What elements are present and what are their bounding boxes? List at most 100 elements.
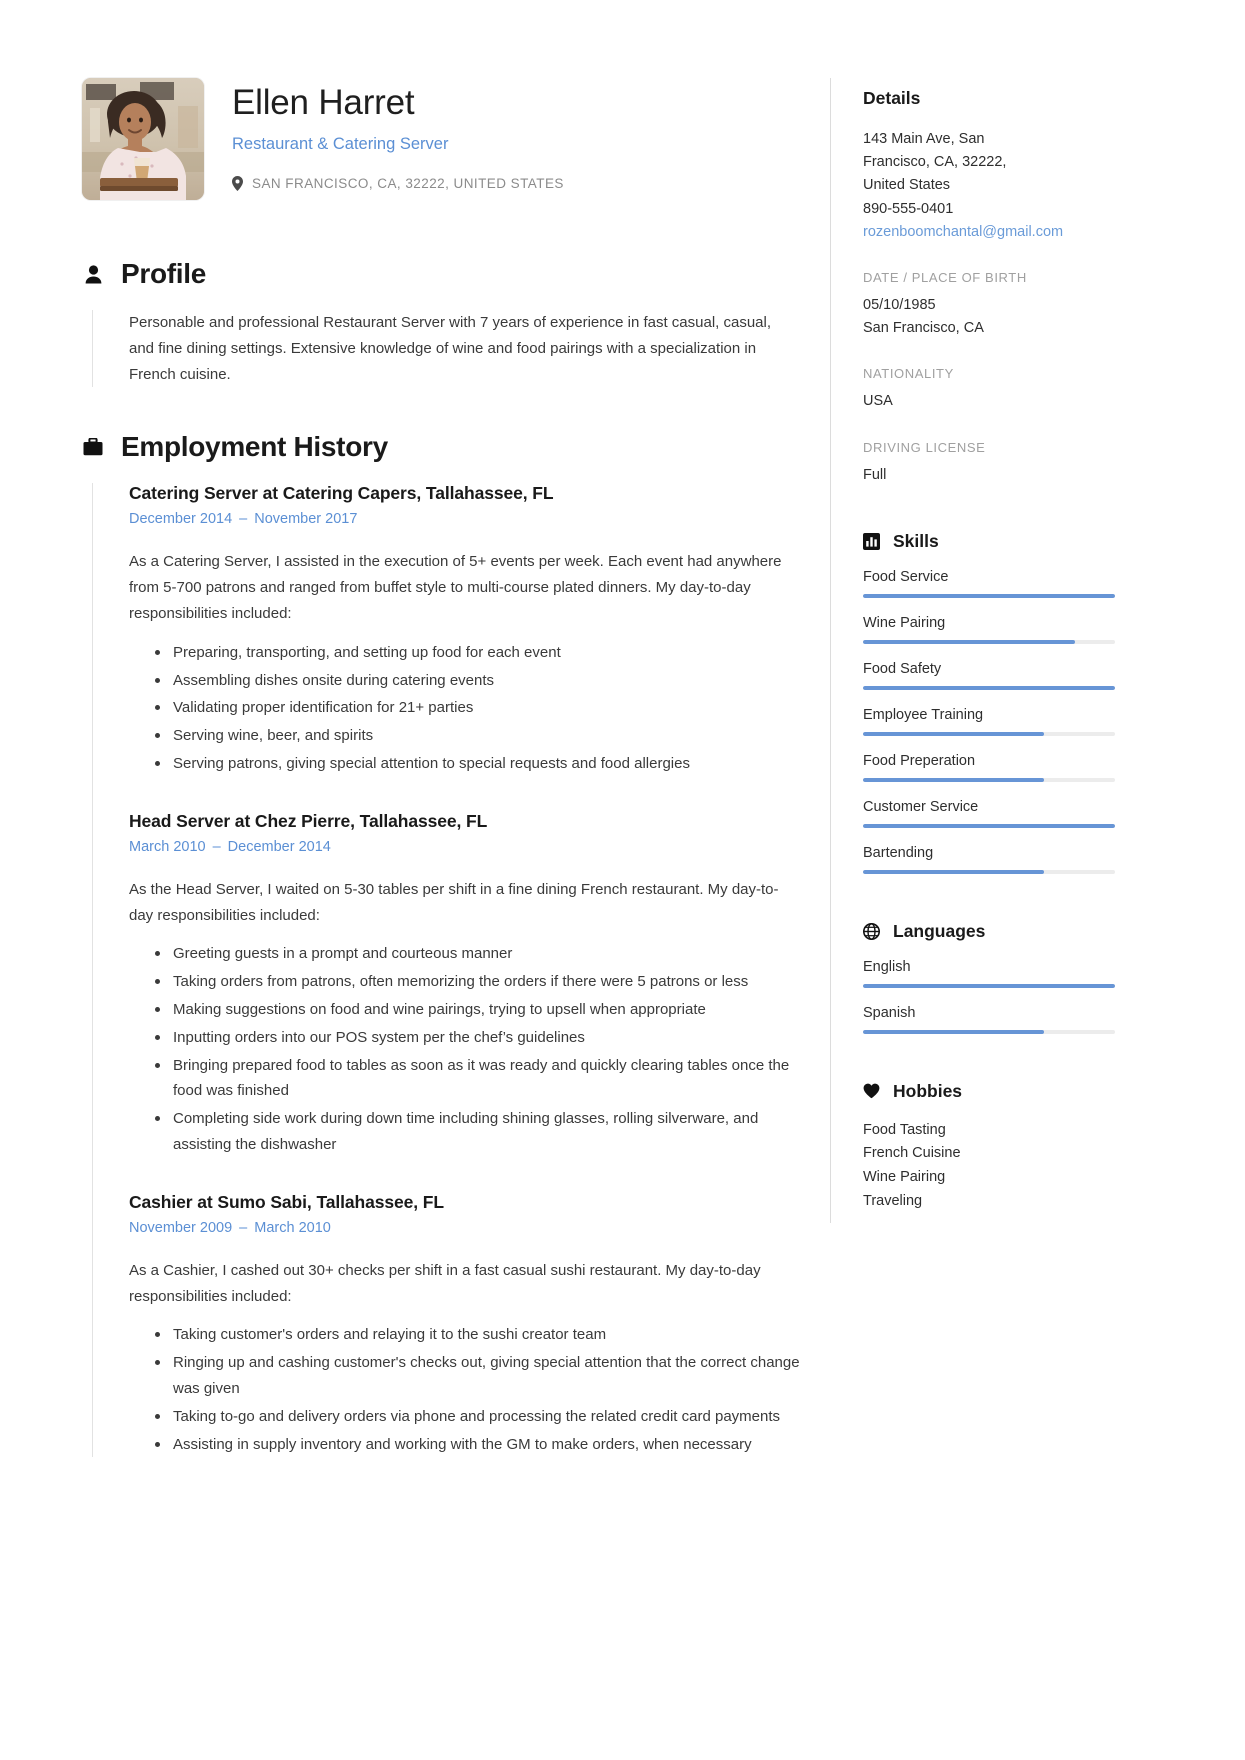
job-entry: Catering Server at Catering Capers, Tall… [129,483,800,776]
page-title: Ellen Harret [232,83,415,122]
list-item: Taking customer's orders and relaying it… [155,1322,800,1348]
job-start-date: November 2009 [129,1219,233,1236]
job-description: As a Catering Server, I assisted in the … [129,553,782,622]
address-line-3: United States [863,177,951,194]
email-link[interactable]: rozenboomchantal@gmail.com [863,221,1115,244]
employment-heading: Employment History [121,431,388,463]
job-end-date: March 2010 [254,1219,331,1236]
nationality-value: USA [863,393,893,410]
language-bar-fill [863,1029,1045,1034]
skill-bar-track [863,869,1115,874]
list-item: Validating proper identification for 21+… [155,695,800,721]
driving-license-value: Full [863,466,887,483]
job-description: As a Cashier, I cashed out 30+ checks pe… [129,1261,761,1305]
list-item: Greeting guests in a prompt and courteou… [155,941,800,967]
dob-label: DATE / PLACE OF BIRTH [863,269,1027,285]
skill-row: Bartending [863,845,1115,874]
language-label: Spanish [863,1004,916,1021]
location-text: SAN FRANCISCO, CA, 32222, UNITED STATES [252,175,564,191]
employment-body: Catering Server at Catering Capers, Tall… [92,483,800,1458]
skill-bar-track [863,593,1115,598]
profile-heading: Profile [121,258,207,289]
list-item: Inputting orders into our POS system per… [155,1025,800,1051]
list-item: Making suggestions on food and wine pair… [155,997,800,1023]
list-item: Serving wine, beer, and spirits [155,723,800,749]
list-item: Serving patrons, giving special attentio… [155,751,800,777]
skill-bar-fill [863,685,1115,690]
resume-page: Ellen Harret Restaurant & Catering Serve… [0,0,1245,1760]
hobbies-heading: Hobbies [893,1080,963,1101]
job-title: Restaurant & Catering Server [232,134,449,153]
profile-body: Personable and professional Restaurant S… [92,310,800,388]
driving-license-label: DRIVING LICENSE [863,439,986,455]
skill-label: Employee Training [863,706,984,723]
job-role: Catering Server at Catering Capers, Tall… [129,483,554,504]
skill-bar-fill [863,639,1075,644]
job-dates: March 2010– December 2014 [129,839,800,855]
date-dash: – [239,1219,248,1236]
avatar [82,78,204,200]
skill-row: Food Service [863,569,1115,598]
date-dash: – [212,838,221,855]
section-heading-profile: Profile [82,258,800,290]
skill-label: Food Preperation [863,752,976,769]
list-item: Assisting in supply inventory and workin… [155,1432,800,1458]
skill-bar-track [863,639,1115,644]
skill-row: Food Safety [863,661,1115,690]
language-row: Spanish [863,1005,1115,1034]
skill-bar-track [863,731,1115,736]
location-line: SAN FRANCISCO, CA, 32222, UNITED STATES [232,175,564,191]
language-bar-track [863,983,1115,988]
job-end-date: December 2014 [227,838,331,855]
address-line-1: 143 Main Ave, San [863,131,985,147]
skill-bar-fill [863,777,1045,782]
job-dates: November 2009– March 2010 [129,1220,800,1236]
skills-heading: Skills [893,530,939,551]
section-heading-skills: Skills [863,531,1115,552]
language-bar-fill [863,983,1115,988]
languages-heading: Languages [893,920,986,941]
hobby-item: Wine Pairing [863,1168,946,1185]
bar-chart-icon [863,532,880,550]
skill-label: Customer Service [863,798,979,815]
dob-date: 05/10/1985 [863,296,936,313]
details-heading: Details [863,88,921,108]
list-item: Taking to-go and delivery orders via pho… [155,1404,800,1430]
skill-label: Food Service [863,568,949,585]
section-heading-employment: Employment History [82,431,800,463]
list-item: Preparing, transporting, and setting up … [155,640,800,666]
skill-label: Food Safety [863,660,942,677]
skill-bar-fill [863,593,1115,598]
globe-icon [863,922,880,940]
skill-row: Food Preperation [863,753,1115,782]
language-row: English [863,959,1115,988]
job-role: Cashier at Sumo Sabi, Tallahassee, FL [129,1191,444,1212]
resume-main-column: Ellen Harret Restaurant & Catering Serve… [82,78,830,1459]
job-role: Head Server at Chez Pierre, Tallahassee,… [129,810,488,831]
hobby-item: Food Tasting [863,1121,946,1138]
skill-bar-fill [863,869,1045,874]
skill-row: Employee Training [863,707,1115,736]
job-entry: Cashier at Sumo Sabi, Tallahassee, FL No… [129,1192,800,1458]
job-end-date: November 2017 [254,511,358,528]
language-label: English [863,958,911,975]
skill-bar-fill [863,731,1045,736]
language-bar-track [863,1029,1115,1034]
job-bullet-list: Taking customer's orders and relaying it… [129,1322,800,1457]
person-icon [82,264,104,284]
job-start-date: December 2014 [129,511,233,528]
job-description: As the Head Server, I waited on 5-30 tab… [129,880,779,924]
profile-text: Personable and professional Restaurant S… [129,314,772,383]
job-bullet-list: Greeting guests in a prompt and courteou… [129,941,800,1157]
list-item: Completing side work during down time in… [155,1106,800,1158]
section-heading-languages: Languages [863,921,1115,942]
map-pin-icon [232,175,243,191]
dob-place: San Francisco, CA [863,320,984,337]
list-item: Ringing up and cashing customer's checks… [155,1350,800,1402]
job-bullet-list: Preparing, transporting, and setting up … [129,640,800,777]
skill-row: Wine Pairing [863,615,1115,644]
skill-row: Customer Service [863,799,1115,828]
skill-bar-track [863,685,1115,690]
resume-header: Ellen Harret Restaurant & Catering Serve… [82,78,800,200]
list-item: Assembling dishes onsite during catering… [155,668,800,694]
